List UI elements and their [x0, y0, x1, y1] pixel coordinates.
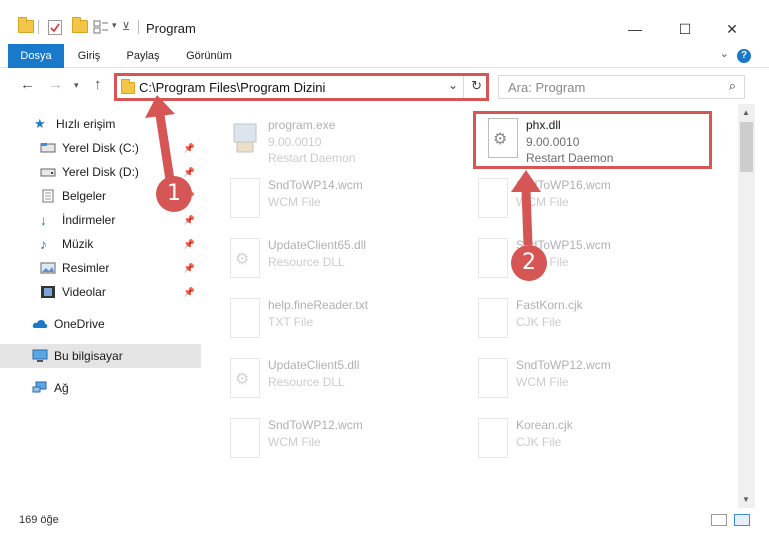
file-item[interactable]: ⚙ UpdateClient65.dll Resource DLL — [216, 230, 456, 290]
pin-icon[interactable]: 📌 — [184, 287, 195, 298]
sidebar-item-quick-access[interactable]: ★ Hızlı erişim — [0, 112, 201, 136]
file-item[interactable]: SndToWP12.wcm WCM File — [464, 350, 704, 410]
drive-icon — [40, 165, 56, 179]
videos-icon — [40, 285, 56, 299]
file-icon — [478, 358, 508, 398]
navigation-bar: ← → ▾ ↑ C:\Program Files\Program Dizini … — [0, 68, 769, 104]
dll-gear-icon: ⚙ — [230, 238, 260, 278]
sidebar-item-network[interactable]: Ağ — [0, 376, 201, 400]
address-bar[interactable]: C:\Program Files\Program Dizini ⌄ ↻ — [114, 73, 489, 101]
tab-share[interactable]: Paylaş — [120, 44, 166, 68]
downloads-icon: ↓ — [40, 212, 47, 228]
dll-gear-icon: ⚙ — [230, 358, 260, 398]
properties-icon[interactable] — [48, 20, 62, 35]
callout-1: 1 — [156, 176, 192, 212]
tab-file[interactable]: Dosya — [8, 44, 64, 68]
tab-view[interactable]: Görünüm — [178, 44, 240, 68]
navigation-pane: ★ Hızlı erişim Yerel Disk (C:) 📌 Yerel D… — [0, 104, 201, 508]
callout-2: 2 — [511, 245, 547, 281]
file-item[interactable]: SndToWP15.wcm WCM File — [464, 230, 704, 290]
pin-icon[interactable]: 📌 — [184, 263, 195, 274]
divider — [138, 20, 139, 34]
details-view-icon[interactable] — [711, 514, 727, 526]
star-icon: ★ — [34, 116, 46, 131]
window-title: Program — [146, 21, 196, 36]
network-icon — [32, 381, 48, 395]
maximize-button[interactable]: ☐ — [662, 16, 708, 42]
back-button[interactable]: ← — [20, 76, 35, 93]
sidebar-item-videos[interactable]: Videolar 📌 — [0, 280, 201, 304]
new-folder-icon[interactable] — [72, 17, 88, 33]
sidebar-item-music[interactable]: ♪ Müzik 📌 — [0, 232, 201, 256]
pictures-icon — [40, 261, 56, 275]
file-item[interactable]: SndToWP14.wcm WCM File — [216, 170, 456, 230]
file-item[interactable]: FastKorn.cjk CJK File — [464, 290, 704, 350]
help-button[interactable]: ? — [737, 49, 751, 63]
file-icon — [230, 178, 260, 218]
sidebar-item-this-pc[interactable]: Bu bilgisayar — [0, 344, 201, 368]
folder-icon — [121, 79, 135, 97]
title-bar: ▾ ⊻ Program — ☐ ✕ — [0, 0, 769, 44]
annotation-highlight — [473, 111, 712, 169]
recent-locations-icon[interactable]: ▾ — [74, 80, 79, 91]
exe-icon — [230, 118, 260, 158]
vertical-scrollbar[interactable]: ▲ ▼ — [738, 104, 755, 508]
drive-icon — [40, 141, 56, 155]
file-item-program-exe[interactable]: program.exe 9.00.0010 Restart Daemon — [216, 110, 456, 170]
status-bar: 169 öğe — [0, 508, 769, 540]
search-input[interactable]: Ara: Program ⌕ — [498, 75, 745, 99]
file-item[interactable]: Korean.cjk CJK File — [464, 410, 704, 470]
pin-icon[interactable]: 📌 — [184, 215, 195, 226]
expand-ribbon-icon[interactable]: ⌄ — [720, 47, 729, 60]
chevron-down-icon[interactable]: ⌄ — [448, 78, 458, 92]
address-path[interactable]: C:\Program Files\Program Dizini — [139, 80, 325, 95]
minimize-button[interactable]: — — [612, 16, 658, 42]
forward-button[interactable]: → — [48, 76, 63, 93]
divider — [463, 76, 464, 98]
sidebar-item-pictures[interactable]: Resimler 📌 — [0, 256, 201, 280]
music-icon: ♪ — [40, 236, 47, 252]
file-icon — [230, 298, 260, 338]
chevron-down-icon[interactable]: ▾ — [112, 20, 117, 31]
scroll-down-icon[interactable]: ▼ — [742, 495, 750, 504]
pin-icon[interactable]: 📌 — [184, 167, 195, 178]
tab-home[interactable]: Giriş — [70, 44, 108, 68]
file-icon — [478, 178, 508, 218]
close-button[interactable]: ✕ — [709, 16, 755, 42]
quick-access-dropdown-icon[interactable]: ⊻ — [122, 20, 130, 33]
file-item[interactable]: ⚙ UpdateClient5.dll Resource DLL — [216, 350, 456, 410]
scroll-up-icon[interactable]: ▲ — [742, 108, 750, 117]
search-placeholder: Ara: Program — [508, 80, 586, 95]
item-count: 169 öğe — [19, 514, 59, 526]
refresh-button[interactable]: ↻ — [471, 78, 482, 94]
sidebar-item-local-disk-c[interactable]: Yerel Disk (C:) 📌 — [0, 136, 201, 160]
pin-icon[interactable]: 📌 — [184, 239, 195, 250]
large-icons-view-icon[interactable] — [734, 514, 750, 526]
search-icon: ⌕ — [728, 78, 736, 93]
documents-icon — [40, 189, 56, 203]
cloud-icon — [32, 317, 48, 331]
file-icon — [478, 418, 508, 458]
folder-icon — [18, 17, 34, 33]
file-item[interactable]: help.fineReader.txt TXT File — [216, 290, 456, 350]
file-icon — [230, 418, 260, 458]
file-icon — [478, 298, 508, 338]
computer-icon — [32, 349, 48, 363]
scroll-thumb[interactable] — [740, 122, 753, 172]
up-button[interactable]: ↑ — [94, 76, 102, 93]
file-item[interactable]: SndToWP12.wcm WCM File — [216, 410, 456, 470]
file-icon — [478, 238, 508, 278]
customize-icon[interactable] — [93, 20, 109, 34]
divider — [38, 20, 39, 34]
file-item[interactable]: SndToWP16.wcm WCM File — [464, 170, 704, 230]
sidebar-item-onedrive[interactable]: OneDrive — [0, 312, 201, 336]
pin-icon[interactable]: 📌 — [184, 143, 195, 154]
ribbon-tabs: Dosya Giriş Paylaş Görünüm ⌄ ? — [0, 44, 769, 68]
